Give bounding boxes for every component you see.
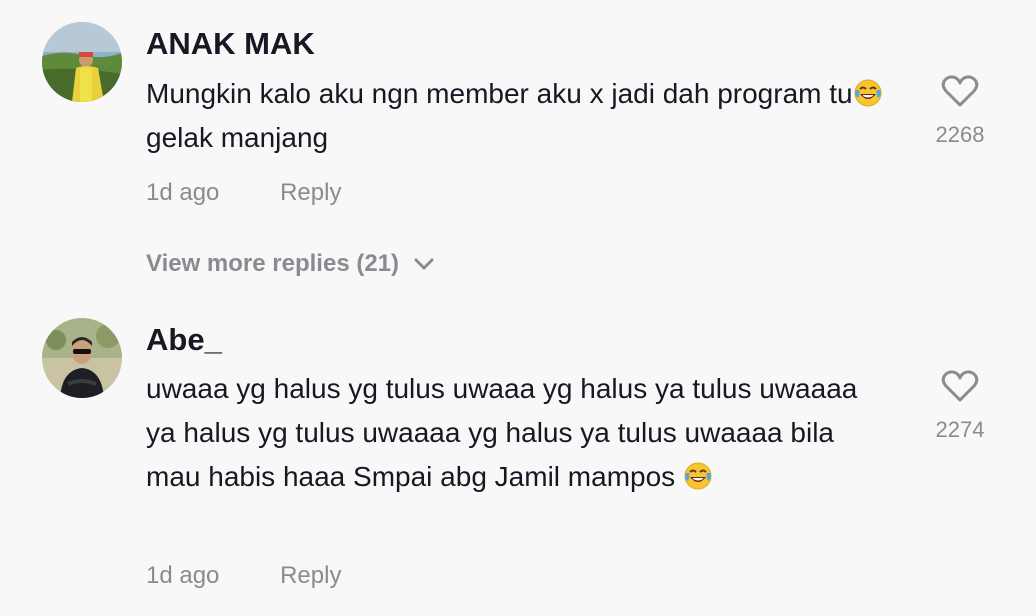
comment-text-part: uwaaa yg halus yg tulus uwaaa yg halus y… [146, 373, 858, 492]
avatar-photo-icon [42, 22, 122, 102]
face-with-tears-of-joy-icon [684, 462, 712, 490]
view-more-replies-button[interactable]: View more replies (21) [146, 250, 435, 278]
avatar[interactable] [42, 318, 122, 398]
comment-meta: 1d ago Reply [146, 562, 341, 590]
like-count: 2268 [935, 122, 985, 147]
comment-meta: 1d ago Reply [146, 179, 341, 207]
comment-text: Mungkin kalo aku ngn member aku x jadi d… [146, 72, 886, 160]
face-with-tears-of-joy-icon [854, 79, 882, 107]
like-button[interactable]: 2268 [920, 74, 1000, 148]
username[interactable]: Abe_ [146, 322, 222, 358]
username[interactable]: ANAK MAK [146, 26, 315, 62]
heart-icon [941, 370, 979, 402]
reply-button[interactable]: Reply [280, 179, 341, 206]
comment-text-part: Mungkin kalo aku ngn member aku x jadi d… [146, 78, 853, 109]
like-count: 2274 [935, 417, 985, 442]
heart-icon [941, 75, 979, 107]
reply-button[interactable]: Reply [280, 562, 341, 589]
comment-text-part: gelak manjang [146, 122, 329, 153]
timestamp: 1d ago [146, 562, 220, 589]
timestamp: 1d ago [146, 179, 220, 206]
avatar[interactable] [42, 22, 122, 102]
like-button[interactable]: 2274 [920, 369, 1000, 443]
view-more-replies-label: View more replies (21) [146, 250, 400, 277]
avatar-photo-icon [42, 318, 122, 398]
chevron-down-icon [414, 258, 434, 270]
comment-text: uwaaa yg halus yg tulus uwaaa yg halus y… [146, 367, 886, 499]
